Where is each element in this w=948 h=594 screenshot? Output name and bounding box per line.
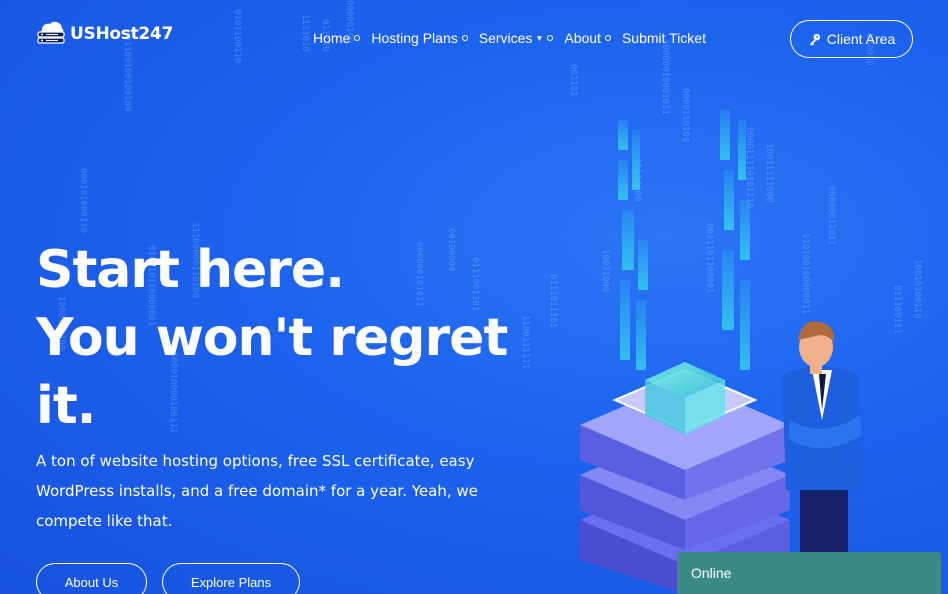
server-cloud-icon <box>37 21 65 44</box>
headline-line-1: Start here. <box>36 240 345 300</box>
client-area-button[interactable]: Client Area <box>790 20 913 58</box>
binary-digit-column: 000101000110 <box>78 168 88 234</box>
headline-line-3: it. <box>36 376 96 436</box>
headline-line-2: You won't regret <box>36 308 508 368</box>
online-chat-widget[interactable]: Online <box>677 552 941 594</box>
explore-plans-button[interactable]: Explore Plans <box>162 563 300 594</box>
caret-down-icon: ▼ <box>535 33 544 43</box>
nav-label-about: About <box>564 30 601 46</box>
brand-logo[interactable]: USHost247 <box>36 20 173 48</box>
nav-item-about[interactable]: About <box>564 30 611 46</box>
circle-dot-icon <box>547 35 554 41</box>
circle-dot-icon <box>604 35 611 41</box>
nav-item-hosting-plans[interactable]: Hosting Plans <box>371 30 468 46</box>
nav-item-services[interactable]: Services ▼ <box>479 30 554 46</box>
nav-label-submit-ticket: Submit Ticket <box>621 30 706 46</box>
chat-status-label: Online <box>691 565 732 581</box>
businessman <box>782 321 864 580</box>
main-nav: Home Hosting Plans Services ▼ About Subm… <box>313 30 717 46</box>
binary-digit-column: 0101100110 <box>232 9 242 64</box>
server-businessman-illustration <box>580 110 864 594</box>
about-us-button[interactable]: About Us <box>36 563 147 594</box>
nav-item-home[interactable]: Home <box>313 30 361 46</box>
binary-digit-column: 1111010 <box>300 14 310 52</box>
nav-item-submit-ticket[interactable]: Submit Ticket <box>622 30 706 46</box>
hero-subtext: A ton of website hosting options, free S… <box>36 452 478 530</box>
hero-headline: Start here. You won't regret it. <box>36 236 556 440</box>
nav-label-services: Services <box>478 30 533 46</box>
brand-name: USHost247 <box>70 24 173 44</box>
circle-dot-icon <box>461 35 468 41</box>
nav-label-hosting-plans: Hosting Plans <box>371 30 458 46</box>
circle-dot-icon <box>354 35 361 41</box>
nav-label-home: Home <box>313 30 351 46</box>
data-beams <box>618 110 750 370</box>
key-icon <box>809 33 820 46</box>
hero-section: 1000101100 000101000110 001100100100100 010… <box>0 0 948 594</box>
client-area-label: Client Area <box>826 31 896 47</box>
